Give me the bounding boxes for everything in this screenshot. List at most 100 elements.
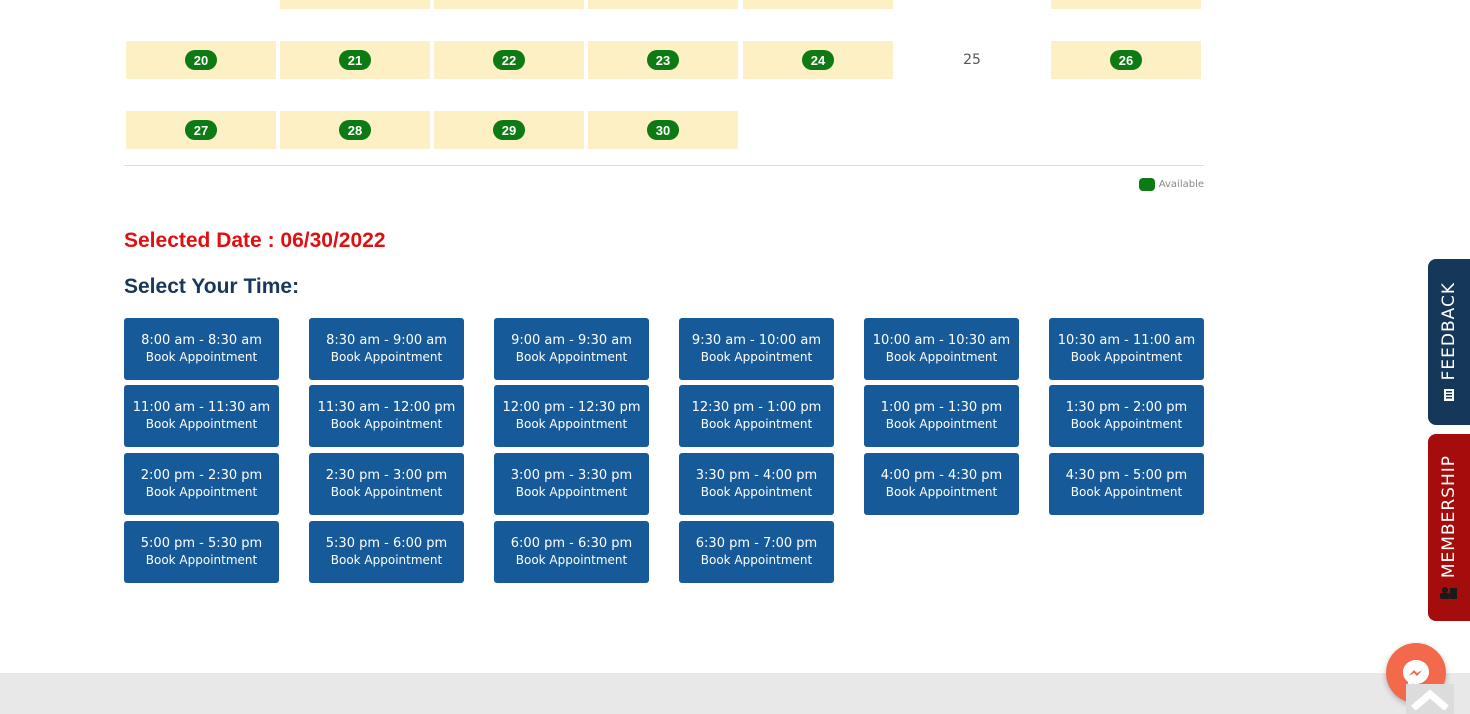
calendar-day-cell[interactable] [1051,0,1201,9]
slot-action-label: Book Appointment [145,553,258,567]
book-appointment-slot[interactable]: 2:00 pm - 2:30 pm Book Appointment [124,453,279,515]
slot-time-range: 6:30 pm - 7:00 pm [695,536,818,551]
calendar-day-cell[interactable]: 22 [434,41,584,79]
slot-action-label: Book Appointment [885,417,998,431]
calendar-day-cell[interactable] [434,0,584,9]
book-appointment-slot[interactable]: 12:00 pm - 12:30 pm Book Appointment [494,385,649,447]
book-appointment-slot[interactable]: 2:30 pm - 3:00 pm Book Appointment [309,453,464,515]
book-appointment-slot[interactable]: 6:00 pm - 6:30 pm Book Appointment [494,521,649,583]
membership-label: MEMBERSHIP [1439,454,1459,579]
slot-time-range: 11:30 am - 12:00 pm [317,400,456,415]
book-appointment-slot[interactable]: 9:30 am - 10:00 am Book Appointment [679,318,834,380]
book-appointment-slot[interactable]: 5:00 pm - 5:30 pm Book Appointment [124,521,279,583]
slot-action-label: Book Appointment [330,417,443,431]
slot-action-label: Book Appointment [145,350,258,364]
book-appointment-slot[interactable]: 8:30 am - 9:00 am Book Appointment [309,318,464,380]
slot-time-range: 9:30 am - 10:00 am [691,333,822,348]
feedback-label: FEEDBACK [1439,281,1459,381]
slot-action-label: Book Appointment [330,553,443,567]
book-appointment-slot[interactable]: 10:00 am - 10:30 am Book Appointment [864,318,1019,380]
unavailable-day: 25 [963,52,981,68]
calendar-day-cell[interactable]: 24 [743,41,893,79]
calendar-day-cell[interactable]: 27 [126,111,276,149]
calendar-legend: Available [1138,178,1204,191]
calendar-day-cell: 25 [897,41,1047,79]
calendar-day-cell[interactable]: 21 [280,41,430,79]
membership-tab[interactable]: MEMBERSHIP [1428,434,1470,621]
available-day-badge: 28 [339,120,371,140]
slot-time-range: 10:00 am - 10:30 am [872,333,1011,348]
feedback-tab[interactable]: FEEDBACK [1428,259,1470,425]
book-appointment-slot[interactable]: 4:30 pm - 5:00 pm Book Appointment [1049,453,1204,515]
book-appointment-slot[interactable]: 11:00 am - 11:30 am Book Appointment [124,385,279,447]
slot-action-label: Book Appointment [330,485,443,499]
calendar-day-cell[interactable]: 30 [588,111,738,149]
available-day-badge: 27 [185,120,217,140]
slot-action-label: Book Appointment [515,350,628,364]
footer-band [0,673,1470,714]
available-day-badge: 22 [493,50,525,70]
available-day-badge: 20 [185,50,217,70]
membership-icon [1440,587,1457,600]
slot-action-label: Book Appointment [885,485,998,499]
calendar-day-cell [126,0,276,9]
calendar-day-cell[interactable] [743,0,893,9]
slot-action-label: Book Appointment [700,417,813,431]
book-appointment-slot[interactable]: 1:30 pm - 2:00 pm Book Appointment [1049,385,1204,447]
calendar-day-cell[interactable] [588,0,738,9]
calendar-day-cell[interactable] [280,0,430,9]
slot-action-label: Book Appointment [330,350,443,364]
slot-action-label: Book Appointment [515,417,628,431]
slot-time-range: 9:00 am - 9:30 am [511,333,632,348]
available-day-badge: 23 [647,50,679,70]
book-appointment-slot[interactable]: 10:30 am - 11:00 am Book Appointment [1049,318,1204,380]
available-swatch [1138,178,1155,191]
select-time-heading: Select Your Time: [124,275,300,298]
calendar-divider [124,165,1204,166]
slot-time-range: 10:30 am - 11:00 am [1057,333,1196,348]
slot-time-range: 1:00 pm - 1:30 pm [880,400,1003,415]
book-appointment-slot[interactable]: 1:00 pm - 1:30 pm Book Appointment [864,385,1019,447]
slot-action-label: Book Appointment [515,485,628,499]
available-day-badge: 26 [1110,50,1142,70]
book-appointment-slot[interactable]: 6:30 pm - 7:00 pm Book Appointment [679,521,834,583]
slot-time-range: 3:30 pm - 4:00 pm [695,468,818,483]
slot-time-range: 2:00 pm - 2:30 pm [140,468,263,483]
feedback-icon [1444,389,1454,402]
calendar-day-cell[interactable]: 23 [588,41,738,79]
slot-action-label: Book Appointment [700,553,813,567]
slot-time-range: 4:30 pm - 5:00 pm [1065,468,1188,483]
available-day-badge: 21 [339,50,371,70]
slot-time-range: 1:30 pm - 2:00 pm [1065,400,1188,415]
calendar-week-row: 20 21 22 23 24 25 26 [0,41,1470,79]
calendar-day-cell[interactable]: 20 [126,41,276,79]
available-day-badge: 24 [802,50,834,70]
slot-action-label: Book Appointment [1070,350,1183,364]
slot-time-range: 2:30 pm - 3:00 pm [325,468,448,483]
legend-label: Available [1158,179,1204,190]
book-appointment-slot[interactable]: 9:00 am - 9:30 am Book Appointment [494,318,649,380]
slot-action-label: Book Appointment [515,553,628,567]
book-appointment-slot[interactable]: 8:00 am - 8:30 am Book Appointment [124,318,279,380]
calendar-week-row [0,0,1470,9]
chevron-up-icon [1411,689,1449,710]
slot-time-range: 5:00 pm - 5:30 pm [140,536,263,551]
slot-time-range: 5:30 pm - 6:00 pm [325,536,448,551]
scroll-top-button[interactable] [1406,684,1454,714]
book-appointment-slot[interactable]: 12:30 pm - 1:00 pm Book Appointment [679,385,834,447]
slot-time-range: 4:00 pm - 4:30 pm [880,468,1003,483]
book-appointment-slot[interactable]: 3:00 pm - 3:30 pm Book Appointment [494,453,649,515]
calendar-day-cell[interactable]: 29 [434,111,584,149]
calendar-week-row: 27 28 29 30 [0,111,1470,149]
slot-action-label: Book Appointment [1070,417,1183,431]
book-appointment-slot[interactable]: 11:30 am - 12:00 pm Book Appointment [309,385,464,447]
slot-action-label: Book Appointment [145,485,258,499]
slot-time-range: 11:00 am - 11:30 am [132,400,271,415]
book-appointment-slot[interactable]: 4:00 pm - 4:30 pm Book Appointment [864,453,1019,515]
calendar-day-cell[interactable]: 26 [1051,41,1201,79]
book-appointment-slot[interactable]: 3:30 pm - 4:00 pm Book Appointment [679,453,834,515]
available-day-badge: 29 [493,120,525,140]
calendar-day-cell[interactable]: 28 [280,111,430,149]
calendar-day-cell [897,0,1047,9]
book-appointment-slot[interactable]: 5:30 pm - 6:00 pm Book Appointment [309,521,464,583]
